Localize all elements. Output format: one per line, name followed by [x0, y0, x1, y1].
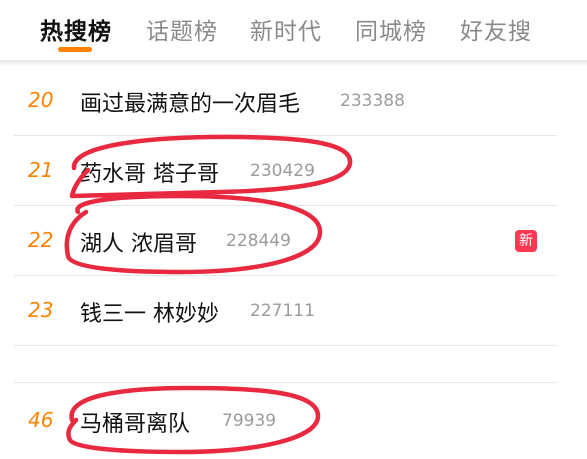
- list-item[interactable]: 23 钱三一 林妙妙 227111: [0, 276, 587, 346]
- tab-topics[interactable]: 话题榜: [146, 12, 218, 46]
- rank-number: 20: [28, 88, 54, 112]
- tab-new-era[interactable]: 新时代: [250, 12, 322, 46]
- rank-number: 23: [28, 298, 54, 322]
- tab-hot-search[interactable]: 热搜榜: [40, 12, 112, 46]
- search-title[interactable]: 药水哥 塔子哥: [80, 156, 219, 188]
- rank-number: 46: [28, 408, 54, 432]
- search-count: 79939: [222, 411, 277, 431]
- row-divider: [14, 345, 557, 346]
- tab-friends-search[interactable]: 好友搜: [460, 12, 532, 46]
- list-item[interactable]: 20 画过最满意的一次眉毛 233388: [0, 66, 587, 136]
- search-title[interactable]: 钱三一 林妙妙: [80, 296, 219, 328]
- active-tab-indicator: [58, 47, 92, 52]
- list-item[interactable]: 21 药水哥 塔子哥 230429: [0, 136, 587, 206]
- rank-number: 22: [28, 228, 54, 252]
- list-gap-divider: [14, 382, 557, 383]
- search-count: 228449: [226, 231, 291, 251]
- search-count: 233388: [340, 91, 405, 111]
- search-title[interactable]: 湖人 浓眉哥: [80, 226, 197, 258]
- hot-search-tab-bar: 热搜榜 话题榜 新时代 同城榜 好友搜: [0, 0, 587, 62]
- rank-number: 21: [28, 158, 54, 182]
- search-title[interactable]: 画过最满意的一次眉毛: [80, 86, 300, 118]
- new-badge: 新: [515, 230, 537, 252]
- search-count: 230429: [250, 161, 315, 181]
- list-item[interactable]: 46 马桶哥离队 79939: [0, 386, 587, 456]
- list-item[interactable]: 22 湖人 浓眉哥 228449: [0, 206, 587, 276]
- search-title[interactable]: 马桶哥离队: [80, 406, 190, 438]
- tab-same-city[interactable]: 同城榜: [355, 12, 427, 46]
- search-count: 227111: [250, 301, 315, 321]
